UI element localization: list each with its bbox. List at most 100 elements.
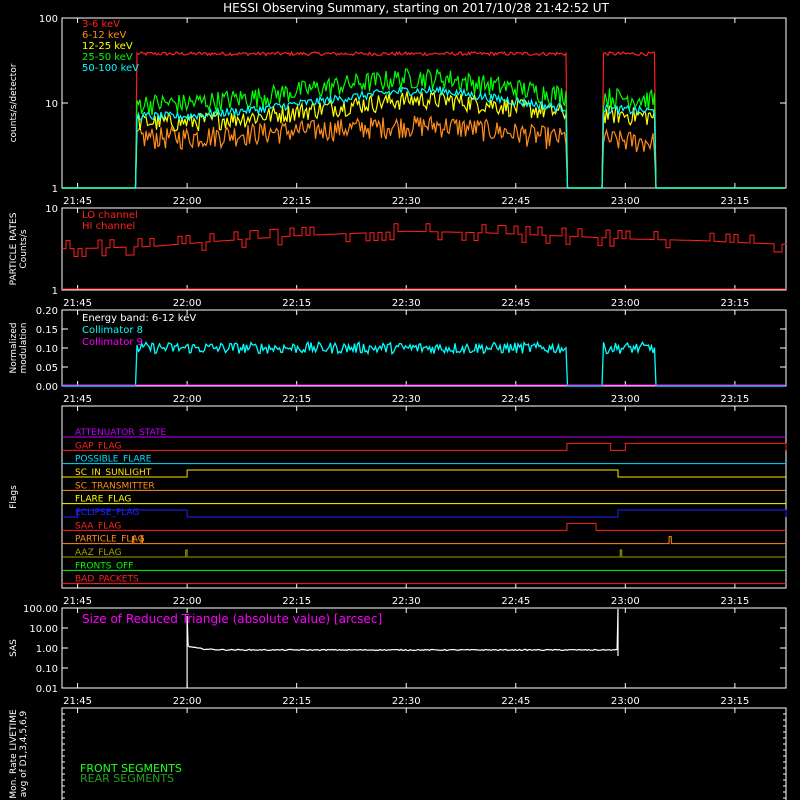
y-axis-label: Normalized [9,322,19,373]
panel-0-frame [61,17,787,189]
series-line-collimator-8 [62,340,785,387]
x-tick-label: 23:15 [720,298,749,309]
flag-label: POSSIBLE_FLARE [75,455,152,465]
legend-entry: 25-50 keV [82,52,133,63]
legend-title: Energy band: 6-12 keV [82,313,196,324]
x-tick-label: 21:45 [63,596,92,607]
x-tick-label: 22:00 [173,394,202,405]
y-axis-label: modulation [19,323,29,374]
legend-entry: 12-25 keV [82,41,133,52]
x-tick-label: 22:00 [173,298,202,309]
y-tick-label: 0.00 [36,382,58,393]
y-axis-label: Counts/s [19,229,29,268]
sas-annotation: Size of Reduced Triangle (absolute value… [82,612,382,626]
x-tick-label: 21:45 [63,394,92,405]
panel-1-frame [61,207,787,291]
flag-label: SC_IN_SUNLIGHT [75,468,152,478]
x-tick-label: 22:30 [392,596,421,607]
x-tick-label: 22:00 [173,596,202,607]
y-tick-label: 10.00 [29,624,58,635]
flag-label: SC_TRANSMITTER [75,481,155,491]
x-tick-label: 23:00 [611,196,640,207]
x-tick-label: 22:45 [501,696,530,707]
x-tick-label: 22:15 [282,596,311,607]
y-axis-label: avg of D1,3,4,5,6,9 [19,710,29,797]
y-tick-label: 1.00 [36,644,58,655]
x-tick-label: 22:45 [501,298,530,309]
y-axis-label: Mon. Rate LIVETIME [9,709,19,799]
x-tick-label: 23:15 [720,596,749,607]
flag-line-saa-flag [62,522,786,531]
x-tick-label: 22:00 [173,196,202,207]
hessi-summary-chart: HESSI Observing Summary, starting on 201… [9,1,787,800]
x-tick-label: 23:15 [720,196,749,207]
series-line-6-12-keV [62,115,785,189]
legend-entry: Collimator 9 [82,337,143,348]
x-tick-label: 23:15 [720,394,749,405]
y-tick-label: 0.15 [36,325,58,336]
y-tick-label: 10 [45,204,58,215]
y-tick-label: 0.01 [36,684,58,695]
flag-label: ATTENUATOR_STATE [75,428,167,438]
flag-label: FLARE_FLAG [75,495,131,505]
y-tick-label: 0.10 [36,344,58,355]
flag-line-aaz-flag [62,549,786,558]
flag-label: AAZ_FLAG [75,548,122,558]
legend-entry: 50-100 keV [82,63,139,74]
flag-label: SAA_FLAG [75,521,121,531]
flag-line-particle-flag [62,536,786,545]
y-axis-label: SAS [9,639,19,657]
flag-label: GAP_FLAG [75,441,121,451]
y-tick-label: 0.10 [36,664,58,675]
x-tick-label: 23:00 [611,596,640,607]
x-tick-label: 23:00 [611,298,640,309]
x-tick-label: 23:00 [611,696,640,707]
panel-3-frame [61,405,787,589]
x-tick-label: 22:45 [501,394,530,405]
x-tick-label: 22:15 [282,196,311,207]
x-tick-label: 22:15 [282,394,311,405]
x-tick-label: 23:00 [611,394,640,405]
panel-5-frame [61,707,787,800]
series-line-hi-channel [62,223,787,257]
x-tick-label: 21:45 [63,696,92,707]
chart-title: HESSI Observing Summary, starting on 201… [223,1,609,15]
x-tick-label: 21:45 [63,196,92,207]
y-tick-label: 0.20 [36,306,58,317]
flag-label: BAD_PACKETS [75,575,139,585]
x-tick-label: 22:45 [501,596,530,607]
legend-entry: REAR SEGMENTS [80,772,174,785]
x-tick-label: 22:30 [392,696,421,707]
flag-label: ECLIPSE_FLAG [75,508,139,518]
y-tick-label: 1 [52,286,58,297]
legend-entry: 6-12 keV [82,30,126,41]
y-axis-label: Flags [9,485,19,509]
y-tick-label: 1 [52,184,58,195]
y-tick-label: 10 [45,99,58,110]
x-tick-label: 22:45 [501,196,530,207]
x-tick-label: 22:00 [173,696,202,707]
legend-entry: Collimator 8 [82,325,143,336]
flag-line-eclipse-flag [62,509,787,518]
flag-label: FRONTS_OFF [75,561,133,571]
y-tick-label: 0.05 [36,363,58,374]
flag-label: PARTICLE_FLAG [75,535,145,545]
x-tick-label: 22:15 [282,298,311,309]
series-line-12-25-keV [62,90,785,189]
flag-line-sc-in-sunlight [62,469,786,478]
x-tick-label: 22:30 [392,394,421,405]
legend-entry: 3-6 keV [82,19,120,30]
legend-entry: LO channel [82,210,138,221]
x-tick-label: 21:45 [63,298,92,309]
x-tick-label: 22:30 [392,298,421,309]
x-tick-label: 22:15 [282,696,311,707]
y-tick-label: 100 [39,14,58,25]
flag-line-gap-flag [62,442,787,451]
y-tick-label: 100.00 [23,604,58,615]
plot-layer: 21:45 22:00 22:15 22:30 22:45 23:00 23:1511010… [9,14,787,800]
legend-entry: HI channel [82,221,135,232]
x-tick-label: 22:30 [392,196,421,207]
y-axis-label: counts/s/detector [9,63,19,142]
y-axis-label: PARTICLE RATES [9,212,19,285]
series-line-25-50-keV [62,68,785,189]
